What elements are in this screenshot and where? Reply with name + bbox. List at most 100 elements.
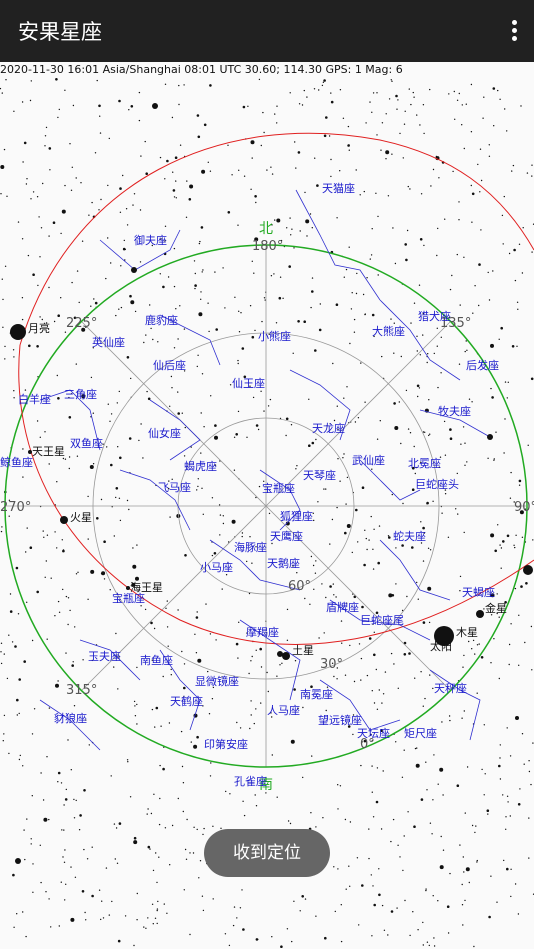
constellation-label[interactable]: 天龙座 bbox=[312, 421, 345, 435]
star bbox=[173, 285, 176, 288]
star bbox=[528, 770, 531, 773]
constellation-label[interactable]: 武仙座 bbox=[352, 453, 385, 467]
mars-icon[interactable] bbox=[60, 516, 68, 524]
sky-map[interactable]: 北 南 180° 225° 135° 270° 90° 315° 0° 60° … bbox=[0, 78, 534, 949]
venus-icon[interactable] bbox=[476, 610, 484, 618]
star bbox=[470, 131, 473, 133]
constellation-label[interactable]: 白羊座 bbox=[18, 392, 51, 406]
constellation-label[interactable]: 仙王座 bbox=[232, 376, 265, 390]
constellation-label[interactable]: 鹿豹座 bbox=[145, 313, 178, 327]
constellation-label[interactable]: 御夫座 bbox=[134, 233, 167, 247]
star bbox=[463, 531, 465, 534]
constellation-label[interactable]: 显微镜座 bbox=[195, 674, 239, 688]
constellation-label[interactable]: 天琴座 bbox=[303, 468, 336, 482]
constellation-label[interactable]: 北冕座 bbox=[408, 456, 441, 470]
star bbox=[210, 762, 212, 764]
star bbox=[424, 697, 426, 700]
star bbox=[356, 272, 358, 275]
star bbox=[378, 893, 381, 897]
constellation-label[interactable]: 天鹰座 bbox=[270, 529, 303, 543]
constellation-label[interactable]: 巨蛇座头 bbox=[415, 477, 459, 491]
constellation-label[interactable]: 天蝎座 bbox=[462, 585, 495, 599]
star bbox=[145, 927, 147, 929]
moon-icon[interactable] bbox=[10, 324, 26, 340]
star bbox=[65, 788, 68, 791]
jupiter-icon[interactable] bbox=[277, 651, 283, 657]
star bbox=[286, 639, 289, 641]
constellation-label[interactable]: 南冕座 bbox=[300, 687, 333, 701]
star bbox=[422, 334, 424, 336]
star bbox=[28, 344, 31, 348]
constellation-label[interactable]: 巨蛇座尾 bbox=[360, 613, 404, 627]
constellation-label[interactable]: 人马座 bbox=[267, 703, 300, 717]
constellation-label[interactable]: 望远镜座 bbox=[318, 713, 362, 727]
star bbox=[349, 821, 352, 823]
star bbox=[90, 305, 92, 307]
star bbox=[134, 715, 137, 717]
star bbox=[482, 117, 484, 119]
star bbox=[36, 345, 39, 348]
star bbox=[330, 175, 332, 178]
constellation-label[interactable]: 南鱼座 bbox=[140, 653, 173, 667]
star bbox=[348, 149, 350, 151]
constellation-label[interactable]: 天鹤座 bbox=[170, 694, 203, 708]
star bbox=[208, 330, 210, 333]
constellation-label[interactable]: 大熊座 bbox=[372, 324, 405, 338]
star bbox=[511, 345, 515, 348]
star bbox=[376, 134, 378, 136]
constellation-label[interactable]: 天坛座 bbox=[357, 726, 390, 740]
star bbox=[330, 92, 332, 94]
constellation-label[interactable]: 盾牌座 bbox=[326, 600, 359, 614]
star bbox=[299, 230, 301, 232]
constellation-label[interactable]: 仙后座 bbox=[153, 358, 186, 372]
constellation-label[interactable]: 摩羯座 bbox=[246, 625, 279, 639]
constellation-label[interactable]: 后发座 bbox=[466, 358, 499, 372]
star bbox=[330, 100, 334, 104]
star bbox=[126, 759, 129, 761]
constellation-label[interactable]: 天鹅座 bbox=[267, 556, 300, 570]
star bbox=[429, 433, 431, 435]
star bbox=[370, 254, 373, 256]
constellation-label[interactable]: 飞马座 bbox=[158, 480, 191, 494]
constellation-label[interactable]: 双鱼座 bbox=[70, 436, 103, 450]
star bbox=[444, 218, 446, 220]
star bbox=[88, 744, 91, 746]
star bbox=[236, 917, 238, 919]
star bbox=[328, 135, 331, 137]
constellation-label[interactable]: 天秤座 bbox=[434, 681, 467, 695]
constellation-label[interactable]: 狐狸座 bbox=[280, 509, 313, 523]
constellation-label[interactable]: 英仙座 bbox=[92, 335, 125, 349]
constellation-label[interactable]: 蝎虎座 bbox=[184, 459, 217, 473]
constellation-label[interactable]: 孔雀座 bbox=[234, 774, 267, 788]
star bbox=[241, 347, 245, 350]
saturn-icon[interactable] bbox=[282, 652, 290, 660]
overflow-menu-icon[interactable] bbox=[502, 14, 526, 48]
constellation-label[interactable]: 天猫座 bbox=[322, 181, 355, 195]
star bbox=[136, 666, 138, 669]
star bbox=[461, 717, 463, 719]
constellation-label[interactable]: 小熊座 bbox=[258, 329, 291, 343]
constellation-label[interactable]: 仙女座 bbox=[148, 426, 181, 440]
constellation-label[interactable]: 印第安座 bbox=[204, 737, 248, 751]
constellation-label[interactable]: 猎犬座 bbox=[418, 309, 451, 323]
star bbox=[233, 906, 236, 908]
constellation-label[interactable]: 三角座 bbox=[64, 387, 97, 401]
star bbox=[426, 941, 429, 943]
constellation-label[interactable]: 鲸鱼座 bbox=[0, 455, 33, 469]
constellation-label[interactable]: 牧夫座 bbox=[438, 404, 471, 418]
star bbox=[122, 247, 126, 251]
star bbox=[458, 363, 461, 365]
star bbox=[198, 312, 203, 317]
constellation-label[interactable]: 豺狼座 bbox=[54, 711, 87, 725]
constellation-label[interactable]: 玉夫座 bbox=[88, 649, 121, 663]
constellation-label[interactable]: 小马座 bbox=[200, 560, 233, 574]
constellation-label[interactable]: 海豚座 bbox=[234, 540, 267, 554]
constellation-label[interactable]: 矩尺座 bbox=[404, 726, 437, 740]
star bbox=[474, 653, 476, 655]
star bbox=[45, 560, 47, 562]
constellation-label[interactable]: 蛇夫座 bbox=[393, 529, 426, 543]
constellation-label[interactable]: 宝瓶座 bbox=[262, 481, 295, 495]
star bbox=[471, 824, 474, 827]
star bbox=[166, 912, 168, 914]
star bbox=[376, 438, 379, 440]
